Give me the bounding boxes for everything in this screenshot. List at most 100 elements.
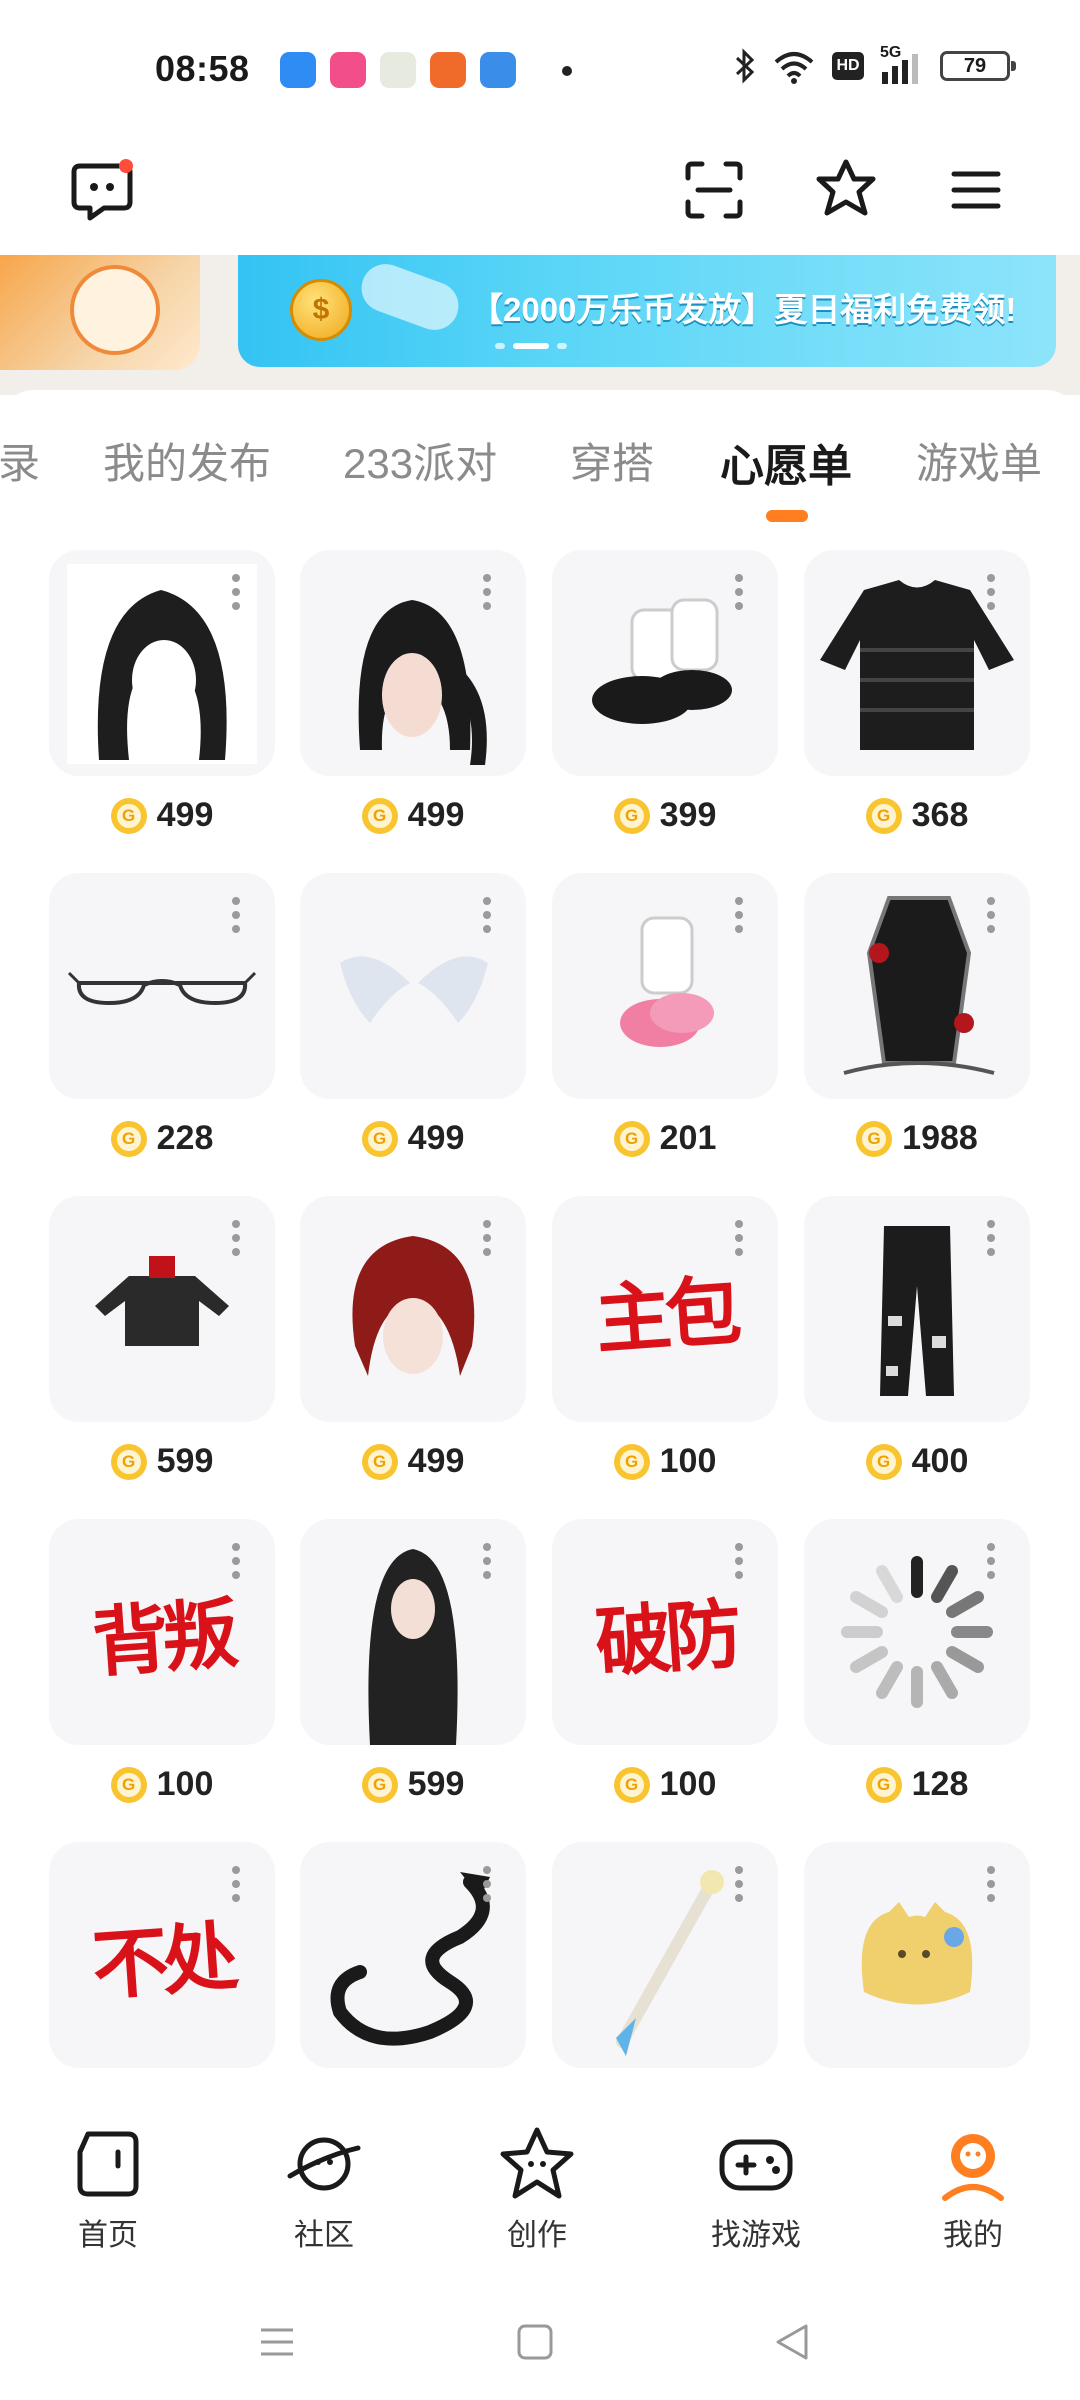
- wishlist-item[interactable]: 1988: [804, 873, 1030, 1163]
- nav-item-find-games[interactable]: 找游戏: [686, 2122, 826, 2254]
- promo-banner[interactable]: $ 【2000万乐币发放】夏日福利免费领!: [0, 255, 1080, 395]
- tab-my-posts[interactable]: 我的发布: [103, 430, 271, 491]
- item-thumbnail: [300, 550, 526, 776]
- gamepad-icon: [719, 2139, 793, 2191]
- banner-text: 【2000万乐币发放】夏日福利免费领!: [470, 291, 1017, 328]
- wishlist-item[interactable]: 201: [552, 873, 778, 1163]
- item-thumbnail: 不处: [49, 1842, 275, 2068]
- wishlist-item[interactable]: 368: [804, 550, 1030, 840]
- item-more-icon[interactable]: [986, 574, 996, 610]
- item-thumbnail: [49, 873, 275, 1099]
- item-more-icon[interactable]: [734, 897, 744, 933]
- item-more-icon[interactable]: [986, 1220, 996, 1256]
- coin-icon: [361, 797, 398, 834]
- wishlist-item[interactable]: [552, 1842, 778, 2100]
- item-more-icon[interactable]: [482, 1220, 492, 1256]
- wishlist-item[interactable]: 399: [552, 550, 778, 840]
- item-more-icon[interactable]: [231, 897, 241, 933]
- coin-icon: [613, 797, 650, 834]
- wifi-icon: [774, 52, 814, 84]
- item-price: 1988: [804, 1119, 1030, 1158]
- price-value: 201: [659, 1119, 717, 1157]
- chat-bubble-icon[interactable]: [62, 150, 142, 230]
- item-more-icon[interactable]: [986, 1866, 996, 1902]
- wishlist-item[interactable]: 499: [300, 873, 526, 1163]
- coin-icon: [361, 1120, 398, 1157]
- star-burst-icon[interactable]: [806, 150, 886, 230]
- status-time: 08:58: [155, 48, 250, 89]
- tab-game-list[interactable]: 游戏单: [916, 430, 1042, 491]
- item-more-icon[interactable]: [734, 1866, 744, 1902]
- item-more-icon[interactable]: [482, 1866, 492, 1902]
- nav-label: 创作: [507, 2219, 567, 2252]
- item-price: 228: [49, 1119, 275, 1158]
- item-price: 499: [49, 796, 275, 835]
- item-more-icon[interactable]: [482, 1543, 492, 1579]
- profile-content: 录 我的发布 233派对 穿搭 心愿单 游戏单 499 499: [0, 390, 1080, 2100]
- nav-item-community[interactable]: 社区: [254, 2122, 394, 2254]
- home-square-icon[interactable]: [505, 2312, 565, 2372]
- item-more-icon[interactable]: [231, 1543, 241, 1579]
- item-thumbnail: [804, 1196, 1030, 1422]
- back-triangle-icon[interactable]: [762, 2312, 822, 2372]
- price-value: 368: [911, 796, 969, 834]
- wishlist-item[interactable]: [300, 1842, 526, 2100]
- item-thumbnail: [300, 1842, 526, 2068]
- wishlist-item[interactable]: 主包 100: [552, 1196, 778, 1486]
- item-more-icon[interactable]: [734, 1543, 744, 1579]
- wishlist-item[interactable]: 破防 100: [552, 1519, 778, 1809]
- tab-records[interactable]: 录: [0, 430, 40, 491]
- wishlist-item[interactable]: 499: [300, 550, 526, 840]
- price-value: 128: [911, 1765, 969, 1803]
- item-thumbnail: 背叛: [49, 1519, 275, 1745]
- wishlist-item[interactable]: 599: [300, 1519, 526, 1809]
- recent-apps-icon[interactable]: [247, 2312, 307, 2372]
- tab-233-party[interactable]: 233派对: [343, 430, 497, 491]
- price-value: 599: [407, 1765, 465, 1803]
- wishlist-item[interactable]: [804, 1842, 1030, 2100]
- coin-icon: [865, 1766, 902, 1803]
- item-text-art: 背叛: [89, 1589, 236, 1688]
- wishlist-item[interactable]: 128: [804, 1519, 1030, 1809]
- item-more-icon[interactable]: [734, 1220, 744, 1256]
- bluetooth-icon: [735, 48, 755, 84]
- coin-icon: [110, 1443, 147, 1480]
- item-more-icon[interactable]: [231, 574, 241, 610]
- top-header: [0, 140, 1080, 255]
- scan-icon[interactable]: [674, 150, 754, 230]
- price-value: 499: [156, 796, 214, 834]
- signal-icon: 5G: [880, 44, 924, 84]
- wishlist-item[interactable]: 228: [49, 873, 275, 1163]
- wishlist-item[interactable]: 499: [49, 550, 275, 840]
- coin-icon: [865, 1443, 902, 1480]
- tab-outfits[interactable]: 穿搭: [570, 430, 654, 491]
- price-value: 100: [156, 1765, 214, 1803]
- menu-icon[interactable]: [936, 150, 1016, 230]
- item-more-icon[interactable]: [231, 1866, 241, 1902]
- item-price: 100: [552, 1442, 778, 1481]
- nav-item-create[interactable]: 创作: [467, 2122, 607, 2254]
- wishlist-item[interactable]: 背叛 100: [49, 1519, 275, 1809]
- wishlist-item[interactable]: 400: [804, 1196, 1030, 1486]
- price-value: 399: [659, 796, 717, 834]
- item-thumbnail: [552, 1842, 778, 2068]
- hd-icon: HD: [832, 52, 864, 80]
- nav-item-home[interactable]: 首页: [38, 2122, 178, 2254]
- app-notification-icon: [430, 52, 466, 88]
- nav-label: 首页: [78, 2219, 138, 2252]
- item-more-icon[interactable]: [734, 574, 744, 610]
- profile-tabs: 录 我的发布 233派对 穿搭 心愿单 游戏单: [0, 390, 1080, 530]
- wishlist-item[interactable]: 不处: [49, 1842, 275, 2100]
- star-face-icon: [500, 2127, 574, 2199]
- item-more-icon[interactable]: [986, 1543, 996, 1579]
- wishlist-item[interactable]: 499: [300, 1196, 526, 1486]
- wishlist-item[interactable]: 599: [49, 1196, 275, 1486]
- item-more-icon[interactable]: [986, 897, 996, 933]
- nav-item-me[interactable]: 我的: [903, 2122, 1043, 2254]
- price-value: 499: [407, 1119, 465, 1157]
- tab-wishlist[interactable]: 心愿单: [720, 430, 852, 494]
- item-more-icon[interactable]: [482, 574, 492, 610]
- item-price: 100: [552, 1765, 778, 1804]
- item-more-icon[interactable]: [482, 897, 492, 933]
- item-more-icon[interactable]: [231, 1220, 241, 1256]
